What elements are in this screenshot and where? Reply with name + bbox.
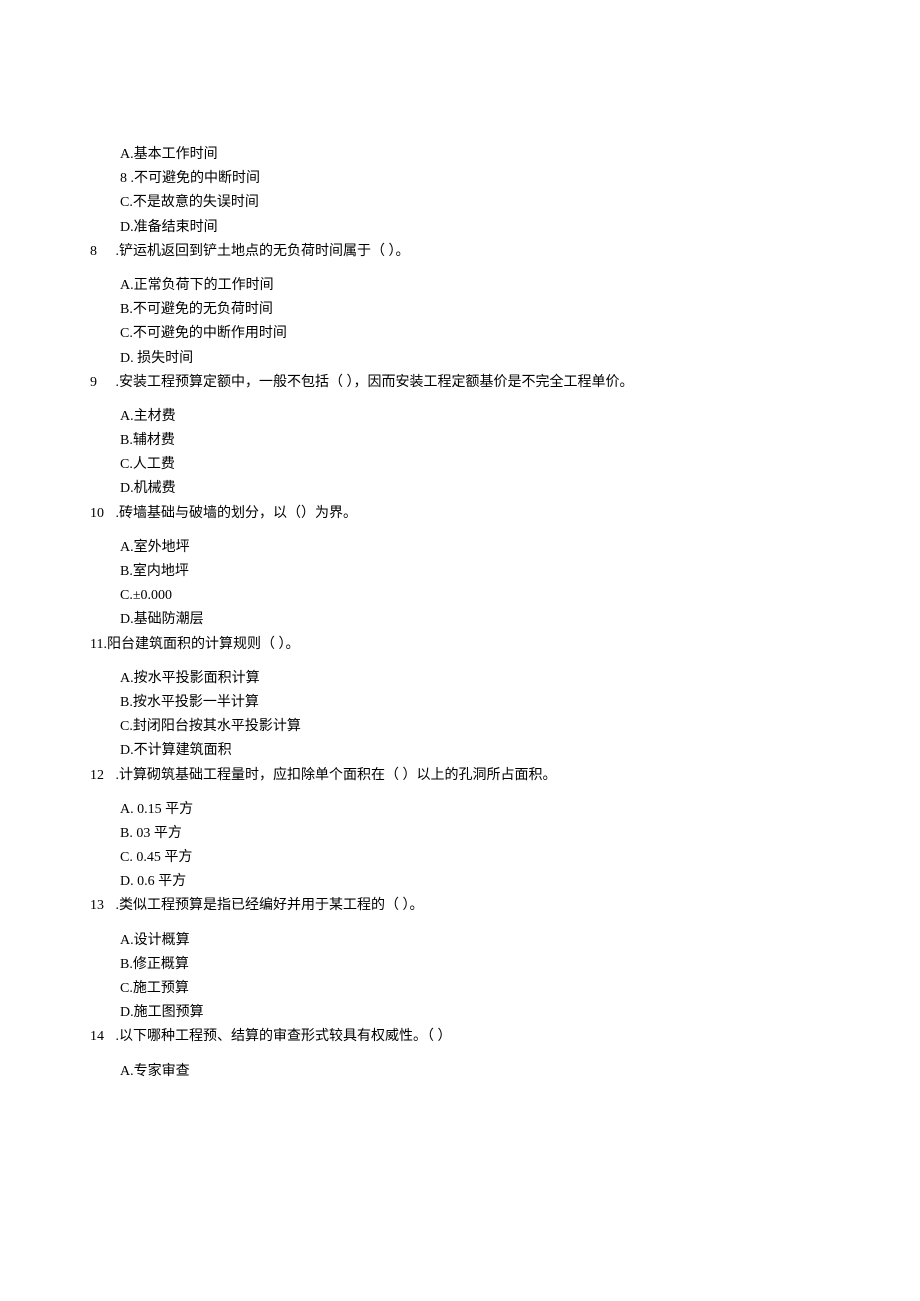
q9-option-a: A.主材费 [120,408,830,426]
q8-option-d: D. 损失时间 [120,350,830,368]
q13-stem: 13 .类似工程预算是指已经编好并用于某工程的（ ）。 [90,897,830,915]
q8-option-b: B.不可避免的无负荷时间 [120,301,830,319]
q8-number: 8 [90,243,112,261]
q7-option-c: C.不是故意的失误时间 [120,194,830,212]
q10-option-c: C.±0.000 [120,587,830,605]
q12-text: .计算砌筑基础工程量时，应扣除单个面积在（ ）以上的孔洞所占面积。 [112,768,557,783]
q13-option-d: D.施工图预算 [120,1004,830,1022]
q11-option-d: D.不计算建筑面积 [120,742,830,760]
q13-text: .类似工程预算是指已经编好并用于某工程的（ ）。 [112,898,424,913]
q12-stem: 12 .计算砌筑基础工程量时，应扣除单个面积在（ ）以上的孔洞所占面积。 [90,767,830,785]
q9-number: 9 [90,374,112,392]
q7-option-b: 8 .不可避免的中断时间 [120,170,830,188]
q7-option-a: A.基本工作时间 [120,146,830,164]
q10-option-d: D.基础防潮层 [120,611,830,629]
q10-text: .砖墙基础与破墙的划分，以（）为界。 [112,506,357,521]
q9-stem: 9 .安装工程预算定额中，一般不包括（ ），因而安装工程定额基价是不完全工程单价… [90,374,830,392]
q13-number: 13 [90,897,112,915]
q12-number: 12 [90,767,112,785]
q10-number: 10 [90,505,112,523]
q10-option-a: A.室外地坪 [120,539,830,557]
q12-options: A. 0.15 平方 B. 03 平方 C. 0.45 平方 D. 0.6 平方 [90,801,830,892]
q13-option-b: B.修正概算 [120,956,830,974]
q14-text: .以下哪种工程预、结算的审查形式较具有权威性。（ ） [112,1029,452,1044]
q11-option-c: C.封闭阳台按其水平投影计算 [120,718,830,736]
q8-option-c: C.不可避免的中断作用时间 [120,325,830,343]
q11-option-b: B.按水平投影一半计算 [120,694,830,712]
q14-option-a: A.专家审查 [120,1063,830,1081]
q8-text: .铲运机返回到铲土地点的无负荷时间属于（ ）。 [112,244,410,259]
q14-options: A.专家审查 [90,1063,830,1081]
q9-text: .安装工程预算定额中，一般不包括（ ），因而安装工程定额基价是不完全工程单价。 [112,375,634,390]
q11-stem: 11.阳台建筑面积的计算规则（ ）。 [90,636,830,654]
q9-option-b: B.辅材费 [120,432,830,450]
q8-options: A.正常负荷下的工作时间 B.不可避免的无负荷时间 C.不可避免的中断作用时间 … [90,277,830,368]
q13-option-c: C.施工预算 [120,980,830,998]
q9-option-c: C.人工费 [120,456,830,474]
q11-options: A.按水平投影面积计算 B.按水平投影一半计算 C.封闭阳台按其水平投影计算 D… [90,670,830,761]
q14-number: 14 [90,1028,112,1046]
q13-options: A.设计概算 B.修正概算 C.施工预算 D.施工图预算 [90,932,830,1023]
q12-option-d: D. 0.6 平方 [120,873,830,891]
q7-option-d: D.准备结束时间 [120,219,830,237]
q14-stem: 14 .以下哪种工程预、结算的审查形式较具有权威性。（ ） [90,1028,830,1046]
q10-stem: 10 .砖墙基础与破墙的划分，以（）为界。 [90,505,830,523]
q12-option-a: A. 0.15 平方 [120,801,830,819]
q12-option-c: C. 0.45 平方 [120,849,830,867]
q9-options: A.主材费 B.辅材费 C.人工费 D.机械费 [90,408,830,499]
q7-options: A.基本工作时间 8 .不可避免的中断时间 C.不是故意的失误时间 D.准备结束… [90,146,830,237]
q8-stem: 8 .铲运机返回到铲土地点的无负荷时间属于（ ）。 [90,243,830,261]
q8-option-a: A.正常负荷下的工作时间 [120,277,830,295]
q12-option-b: B. 03 平方 [120,825,830,843]
q11-option-a: A.按水平投影面积计算 [120,670,830,688]
q10-options: A.室外地坪 B.室内地坪 C.±0.000 D.基础防潮层 [90,539,830,630]
q13-option-a: A.设计概算 [120,932,830,950]
q9-option-d: D.机械费 [120,480,830,498]
q10-option-b: B.室内地坪 [120,563,830,581]
